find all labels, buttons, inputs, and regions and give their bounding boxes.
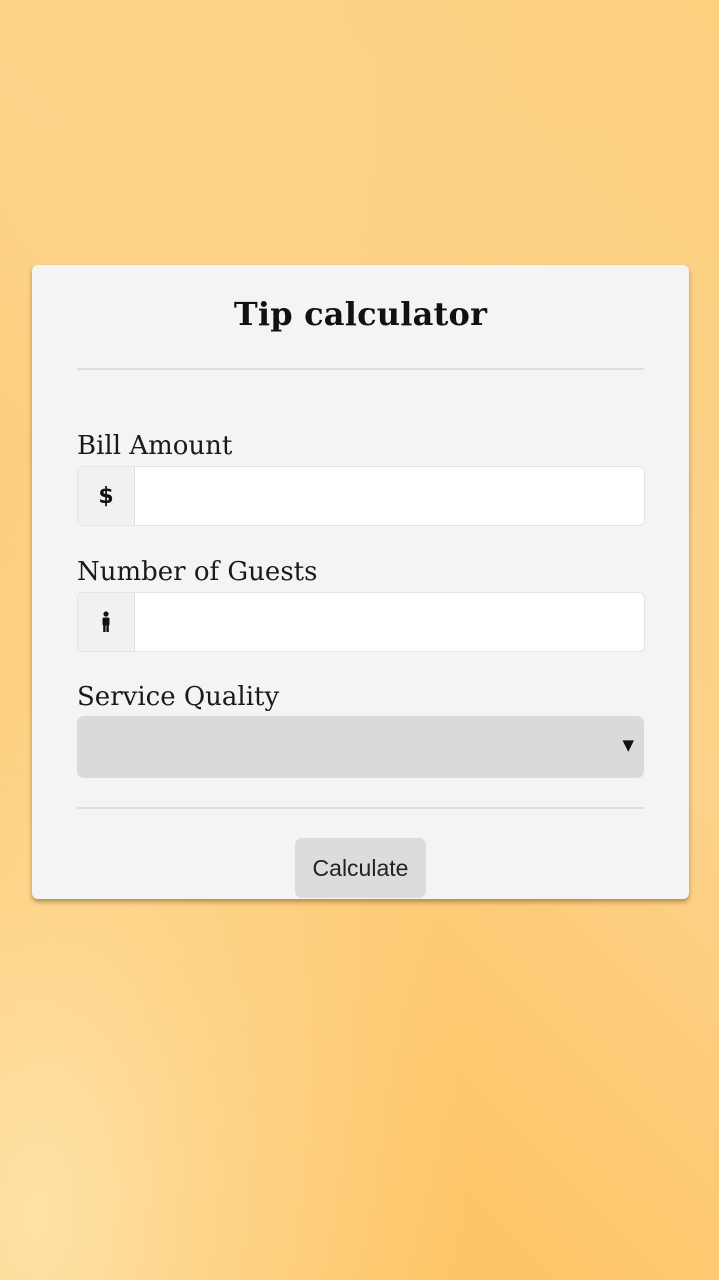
number-of-guests-group bbox=[77, 592, 645, 652]
dollar-icon: $ bbox=[78, 467, 135, 525]
person-icon-glyph bbox=[102, 611, 110, 632]
bottom-divider bbox=[77, 807, 644, 809]
number-of-guests-input[interactable] bbox=[135, 593, 644, 651]
bill-amount-group: $ bbox=[77, 466, 645, 526]
service-quality-select[interactable]: ▼ bbox=[77, 716, 644, 778]
bill-amount-input[interactable] bbox=[135, 467, 644, 525]
bill-amount-label: Bill Amount bbox=[77, 431, 233, 461]
calculate-button[interactable]: Calculate bbox=[295, 838, 426, 898]
number-of-guests-label: Number of Guests bbox=[77, 557, 318, 587]
page-title: Tip calculator bbox=[233, 295, 488, 333]
service-quality-label: Service Quality bbox=[77, 682, 280, 712]
person-icon bbox=[78, 593, 135, 651]
caret-down-icon: ▼ bbox=[622, 736, 634, 754]
tip-calculator-card: Tip calculator Bill Amount $ Number of G… bbox=[32, 265, 689, 899]
top-divider bbox=[77, 368, 644, 370]
